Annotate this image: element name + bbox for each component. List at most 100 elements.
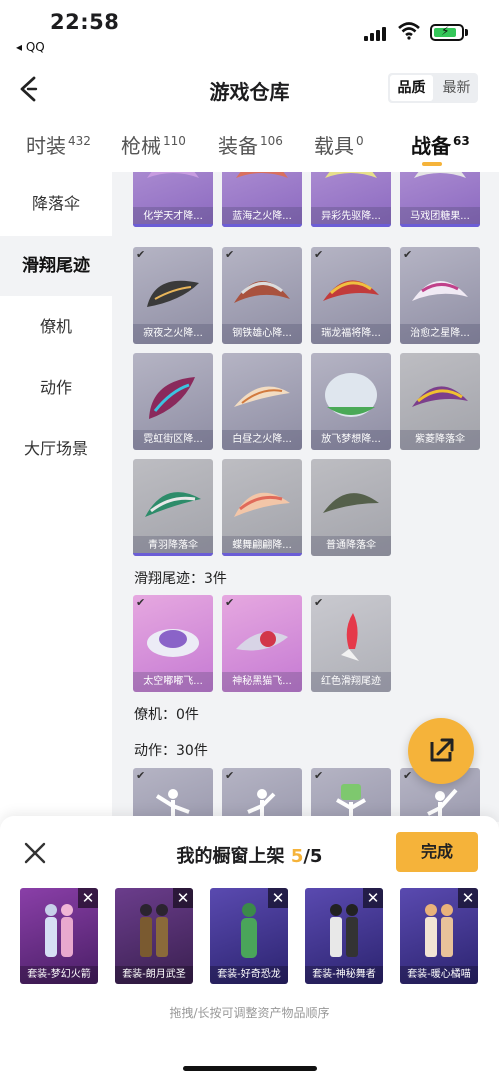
item-label: 钢铁雄心降...	[222, 324, 302, 344]
emote-card[interactable]: ✔	[133, 768, 213, 822]
remove-icon[interactable]: ✕	[78, 888, 98, 908]
item-card[interactable]: 紫菱降落伞	[400, 353, 480, 450]
tab-count: 0	[356, 134, 364, 148]
status-bar: 22:58 ◂ QQ ⚡	[0, 0, 499, 62]
tab-label: 装备	[218, 134, 258, 158]
item-label: 寂夜之火降...	[133, 324, 213, 344]
tab-label: 时装	[26, 134, 66, 158]
check-icon: ✔	[314, 769, 324, 782]
item-label: 马戏团糖果...	[400, 207, 480, 227]
tab-guns[interactable]: 枪械 110	[121, 130, 186, 159]
item-card[interactable]: ✔ 红色滑翔尾迹	[311, 595, 391, 692]
parachute-icon	[234, 280, 290, 303]
warehouse-screen: 22:58 ◂ QQ ⚡ 游戏仓库 品质 最新 时装 432 枪械 110 装备 10…	[0, 0, 499, 1080]
back-to-app[interactable]: ◂ QQ	[16, 40, 45, 54]
share-fab[interactable]	[408, 718, 474, 784]
item-card[interactable]: 青羽降落伞	[133, 459, 213, 556]
item-card[interactable]: ✔ 太空嘟嘟飞...	[133, 595, 213, 692]
tab-equipment[interactable]: 战备 63	[411, 130, 470, 159]
item-card[interactable]: 蓝海之火降...	[222, 172, 302, 227]
item-label: 蓝海之火降...	[222, 207, 302, 227]
item-card[interactable]: 白昼之火降...	[222, 353, 302, 450]
item-card[interactable]: 放飞梦想降...	[311, 353, 391, 450]
sidebar-item-parachute[interactable]: 降落伞	[0, 174, 112, 234]
emote-section-title: 动作：30件	[134, 743, 208, 759]
outfit-figure-icon	[140, 904, 168, 957]
item-card[interactable]: ✔ 钢铁雄心降...	[222, 247, 302, 344]
sidebar: 降落伞 滑翔尾迹 僚机 动作 大厅场景	[0, 172, 112, 872]
reorder-hint: 拖拽/长按可调整资产物品顺序	[169, 1006, 330, 1020]
item-card[interactable]: ✔ 治愈之星降...	[400, 247, 480, 344]
outfit-figure-icon	[241, 903, 257, 958]
item-label: 霓虹街区降...	[133, 430, 213, 450]
slot-label: 套装-梦幻火箭	[20, 966, 98, 984]
battery-nub	[465, 29, 468, 36]
sidebar-item-lobby-scene[interactable]: 大厅场景	[0, 419, 112, 479]
item-card[interactable]: ✔ 神秘黑猫飞...	[222, 595, 302, 692]
tab-fashion[interactable]: 时装 432	[26, 130, 91, 159]
item-label: 瑞龙福将降...	[311, 324, 391, 344]
tab-label: 战备	[411, 134, 451, 158]
outfit-figure-icon	[425, 904, 453, 957]
sort-quality-option[interactable]: 品质	[390, 75, 433, 101]
sort-newest-option[interactable]: 最新	[435, 73, 478, 103]
slot-label: 套装-神秘舞者	[305, 966, 383, 984]
item-card[interactable]: 异彩先驱降...	[311, 172, 391, 227]
showcase-slot[interactable]: ✕ 套装-暖心橘喵	[400, 888, 478, 984]
clock: 22:58	[50, 10, 120, 34]
item-card[interactable]: ✔ 瑞龙福将降...	[311, 247, 391, 344]
sidebar-item-glide-trail[interactable]: 滑翔尾迹	[0, 236, 112, 296]
tab-label: 枪械	[121, 134, 161, 158]
parachute-icon	[147, 172, 199, 178]
showcase-slot[interactable]: ✕ 套装-朗月武圣	[115, 888, 193, 984]
showcase-total: /5	[303, 846, 323, 867]
sidebar-item-emote[interactable]: 动作	[0, 358, 112, 418]
parachute-icon	[147, 280, 199, 307]
remove-icon[interactable]: ✕	[363, 888, 383, 908]
battery-icon: ⚡	[430, 24, 464, 41]
item-label: 放飞梦想降...	[311, 430, 391, 450]
tab-vehicles[interactable]: 载具 0	[314, 130, 364, 159]
remove-icon[interactable]: ✕	[173, 888, 193, 908]
outfit-figure-icon	[45, 904, 73, 957]
wingman-section-title: 僚机：0件	[134, 707, 199, 723]
parachute-icon	[236, 172, 288, 178]
tab-gear[interactable]: 装备 106	[218, 130, 283, 159]
item-card[interactable]: 马戏团糖果...	[400, 172, 480, 227]
sheet-title-text: 我的橱窗上架	[176, 846, 285, 867]
item-label: 异彩先驱降...	[311, 207, 391, 227]
share-icon	[430, 738, 454, 762]
item-card[interactable]: ✔ 寂夜之火降...	[133, 247, 213, 344]
done-button[interactable]: 完成	[396, 832, 478, 872]
item-card[interactable]: 化学天才降...	[133, 172, 213, 227]
check-icon: ✔	[136, 248, 146, 261]
check-icon: ✔	[136, 769, 146, 782]
ufo-icon	[147, 629, 199, 657]
emote-card[interactable]: ✔	[311, 768, 391, 822]
parachute-icon	[145, 492, 201, 517]
item-label: 治愈之星降...	[400, 324, 480, 344]
parachute-icon	[323, 280, 379, 301]
parachute-icon	[325, 373, 377, 417]
remove-icon[interactable]: ✕	[268, 888, 288, 908]
check-icon: ✔	[136, 596, 146, 609]
item-card[interactable]: 普通降落伞	[311, 459, 391, 556]
item-card[interactable]: 蝶舞翩翩降...	[222, 459, 302, 556]
cat-plane-icon	[236, 631, 288, 651]
item-label: 蝶舞翩翩降...	[222, 536, 302, 556]
sidebar-item-wingman[interactable]: 僚机	[0, 297, 112, 357]
showcase-slot[interactable]: ✕ 套装-神秘舞者	[305, 888, 383, 984]
showcase-count: 5	[290, 846, 304, 867]
emote-card[interactable]: ✔	[222, 768, 302, 822]
parachute-icon	[412, 280, 468, 301]
item-card[interactable]: 霓虹街区降...	[133, 353, 213, 450]
tab-count: 106	[260, 134, 283, 148]
tab-count: 432	[68, 134, 91, 148]
remove-icon[interactable]: ✕	[458, 888, 478, 908]
showcase-slot[interactable]: ✕ 套装-梦幻火箭	[20, 888, 98, 984]
showcase-slot[interactable]: ✕ 套装-好奇恐龙	[210, 888, 288, 984]
item-label: 普通降落伞	[311, 536, 391, 556]
home-indicator[interactable]	[183, 1066, 317, 1071]
tab-count: 63	[453, 134, 470, 148]
check-icon: ✔	[314, 596, 324, 609]
